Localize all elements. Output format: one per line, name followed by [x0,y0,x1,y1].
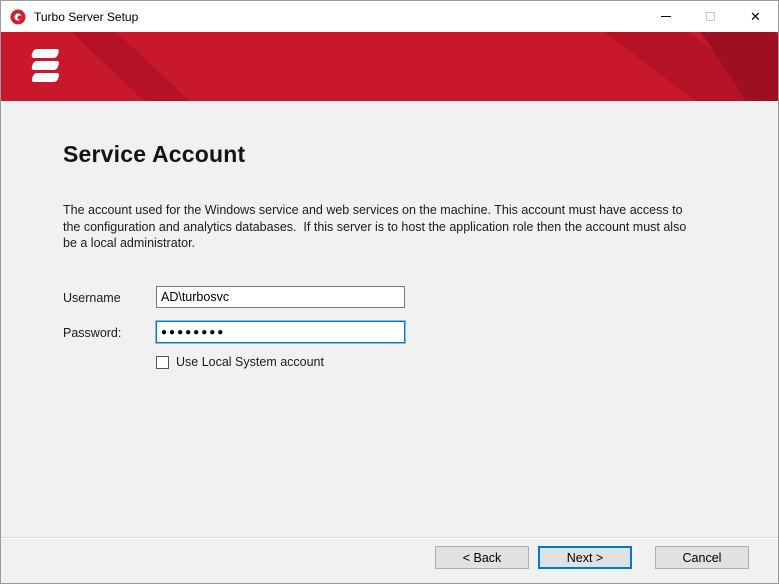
page-title: Service Account [63,141,245,168]
maximize-icon [706,12,715,21]
username-input[interactable] [156,286,405,308]
local-system-checkbox[interactable] [156,356,169,369]
window-controls: ✕ [643,1,778,32]
cancel-button[interactable]: Cancel [655,546,749,569]
close-button[interactable]: ✕ [733,1,778,32]
turbo-stack-logo-icon [19,45,65,89]
app-icon [10,9,26,25]
banner-diagonal-decoration [63,32,203,101]
header-banner [1,32,778,101]
page-description: The account used for the Windows service… [63,202,693,252]
back-button[interactable]: < Back [435,546,529,569]
minimize-button[interactable] [643,1,688,32]
title-bar: Turbo Server Setup ✕ [1,1,778,32]
username-label: Username [63,291,121,305]
window-title: Turbo Server Setup [34,10,138,24]
maximize-button[interactable] [688,1,733,32]
minimize-icon [661,16,671,17]
installer-window: Turbo Server Setup ✕ Service Account [0,0,779,584]
local-system-account-row: Use Local System account [156,355,324,369]
password-input[interactable] [156,321,405,343]
local-system-checkbox-label[interactable]: Use Local System account [176,355,324,369]
footer-divider [1,537,778,539]
password-label: Password: [63,326,121,340]
next-button[interactable]: Next > [538,546,632,569]
close-icon: ✕ [750,10,761,23]
